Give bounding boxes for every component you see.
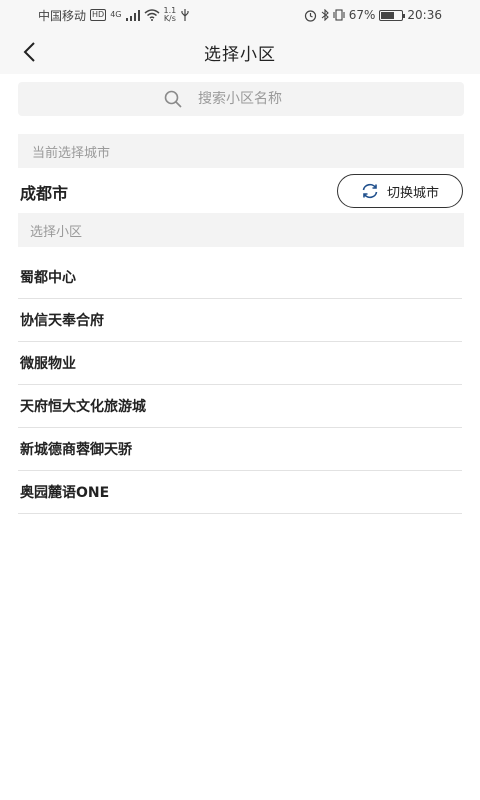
list-item[interactable]: 微服物业 bbox=[18, 342, 462, 385]
list-item[interactable]: 奥园麓语ONE bbox=[18, 471, 462, 514]
community-list: 蜀都中心 协信天奉合府 微服物业 天府恒大文化旅游城 新城德商蓉御天骄 奥园麓语… bbox=[18, 256, 462, 514]
net-speed: 1.1 K/s bbox=[164, 7, 177, 23]
status-bar: 中国移动 HD 4G 1.1 K/s 67% 20:36 bbox=[0, 0, 480, 30]
switch-city-label: 切换城市 bbox=[386, 185, 439, 201]
chevron-left-icon bbox=[23, 42, 35, 62]
choose-community-section-label: 选择小区 bbox=[18, 213, 464, 247]
list-item[interactable]: 天府恒大文化旅游城 bbox=[18, 385, 462, 428]
signal-icon bbox=[125, 9, 140, 21]
list-item[interactable]: 协信天奉合府 bbox=[18, 299, 462, 342]
search-icon bbox=[164, 90, 182, 108]
status-right: 67% 20:36 bbox=[304, 8, 442, 22]
list-item[interactable]: 新城德商蓉御天骄 bbox=[18, 428, 462, 471]
search-input[interactable] bbox=[198, 91, 318, 107]
nav-bar: 选择小区 bbox=[0, 30, 480, 74]
battery-fill bbox=[381, 11, 395, 19]
net-speed-unit: K/s bbox=[163, 14, 176, 23]
bluetooth-icon bbox=[321, 9, 329, 21]
alarm-icon bbox=[304, 9, 316, 22]
current-city-section-label: 当前选择城市 bbox=[18, 134, 464, 168]
page-title: 选择小区 bbox=[204, 44, 276, 65]
wifi-icon bbox=[144, 9, 159, 21]
status-left: 中国移动 HD 4G 1.1 K/s bbox=[38, 7, 190, 24]
usb-icon bbox=[181, 9, 189, 21]
clock: 20:36 bbox=[407, 8, 442, 22]
network-type: 4G bbox=[110, 10, 122, 19]
back-button[interactable] bbox=[14, 37, 44, 67]
list-item[interactable]: 蜀都中心 bbox=[18, 256, 462, 299]
vibrate-icon bbox=[333, 9, 345, 21]
hd-badge: HD bbox=[90, 9, 107, 21]
carrier-name: 中国移动 bbox=[38, 8, 87, 23]
battery-percent: 67% bbox=[348, 8, 376, 22]
refresh-icon bbox=[362, 183, 378, 199]
switch-city-button[interactable]: 切换城市 bbox=[337, 174, 463, 208]
search-bar[interactable] bbox=[18, 82, 464, 116]
battery-icon bbox=[379, 9, 406, 21]
current-city: 成都市 bbox=[20, 184, 69, 203]
